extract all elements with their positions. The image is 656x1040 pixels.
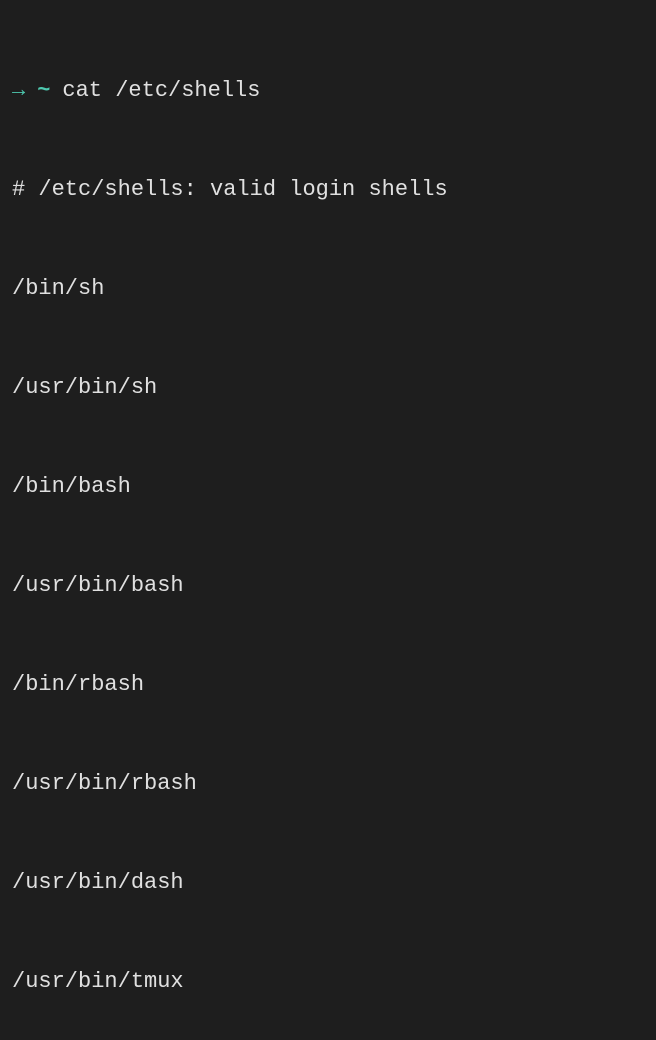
prompt-arrow-icon: → — [12, 74, 25, 107]
output-line: /usr/bin/dash — [12, 866, 644, 899]
output-line: /usr/bin/sh — [12, 371, 644, 404]
output-line: /bin/bash — [12, 470, 644, 503]
output-line: /usr/bin/bash — [12, 569, 644, 602]
output-comment: # /etc/shells: valid login shells — [12, 173, 644, 206]
output-line: /usr/bin/rbash — [12, 767, 644, 800]
terminal-output[interactable]: → ~ cat /etc/shells # /etc/shells: valid… — [12, 8, 644, 1040]
prompt-line-1: → ~ cat /etc/shells — [12, 74, 644, 107]
command-text: cat /etc/shells — [62, 74, 260, 107]
prompt-cwd: ~ — [37, 74, 50, 107]
output-line: /usr/bin/tmux — [12, 965, 644, 998]
output-line: /bin/rbash — [12, 668, 644, 701]
output-line: /bin/sh — [12, 272, 644, 305]
